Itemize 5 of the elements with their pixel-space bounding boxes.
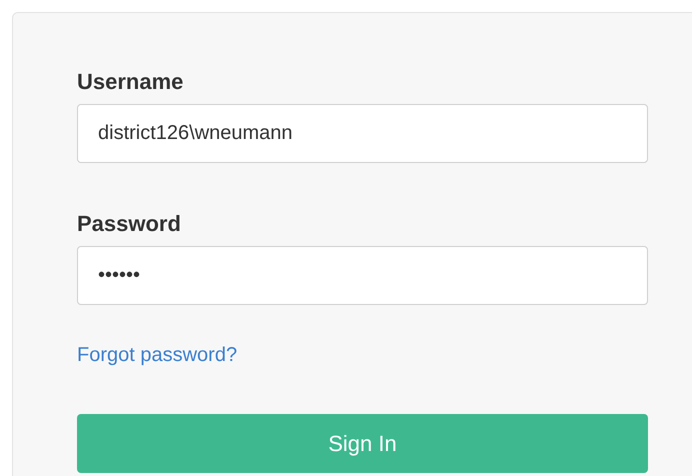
input-field[interactable]: district126\wneumann <box>77 104 648 163</box>
input-field[interactable]: •••••• <box>77 246 648 305</box>
field-label: Password <box>77 211 181 237</box>
field-label: Username <box>77 69 184 95</box>
forgot-password-link[interactable]: Forgot password? <box>77 343 238 367</box>
